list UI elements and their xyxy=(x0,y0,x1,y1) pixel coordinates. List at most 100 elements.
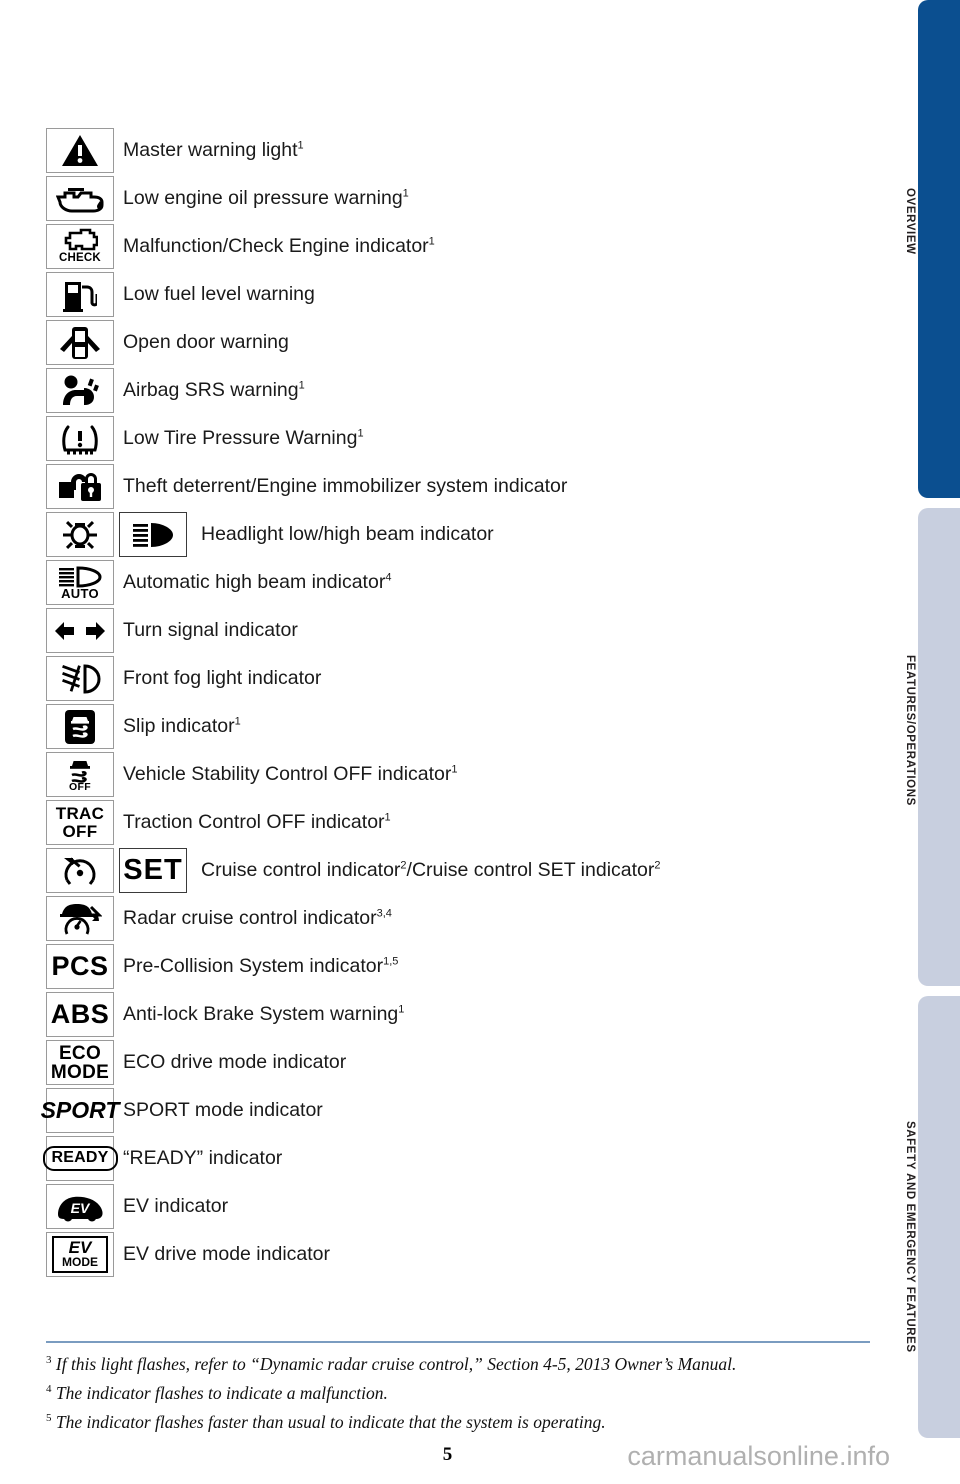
section-tab-features-operations[interactable] xyxy=(918,508,960,986)
theft-deterrent-key-lock-icon xyxy=(46,464,114,509)
slip-indicator-icon xyxy=(46,704,114,749)
list-item: Low Tire Pressure Warning1 xyxy=(46,416,846,464)
auto-high-beam-text: AUTO xyxy=(61,585,99,601)
list-item: Low fuel level warning xyxy=(46,272,846,320)
list-item-label: “READY” indicator xyxy=(123,1147,283,1169)
check-engine-text: CHECK xyxy=(59,252,101,265)
list-item-label: EV drive mode indicator xyxy=(123,1243,331,1265)
ready-text: READY xyxy=(42,1146,118,1171)
check-engine-icon: CHECK xyxy=(46,224,114,269)
cruise-control-icon xyxy=(46,848,114,893)
eco-mode-text: MODE xyxy=(50,1061,110,1083)
cruise-set-text-icon: SET xyxy=(119,848,187,893)
list-item-label: Open door warning xyxy=(123,331,289,353)
trac-off-text: OFF xyxy=(62,821,98,841)
list-item-label: Low engine oil pressure warning1 xyxy=(123,187,409,209)
vsc-off-icon: OFF xyxy=(46,752,114,797)
list-item: Front fog light indicator xyxy=(46,656,846,704)
list-item-label: Pre-Collision System indicator1,5 xyxy=(123,955,399,977)
section-tab-overview[interactable] xyxy=(918,0,960,498)
list-item: Slip indicator1 xyxy=(46,704,846,752)
list-item: ECO MODE ECO drive mode indicator xyxy=(46,1040,846,1088)
eco-mode-text-icon: ECO MODE xyxy=(46,1040,114,1085)
front-fog-light-icon xyxy=(46,656,114,701)
list-item: Theft deterrent/Engine immobilizer syste… xyxy=(46,464,846,512)
list-item: Master warning light1 xyxy=(46,128,846,176)
list-item: EV EV indicator xyxy=(46,1184,846,1232)
list-item: SPORT SPORT mode indicator xyxy=(41,1088,846,1136)
list-item: Open door warning xyxy=(46,320,846,368)
headlight-low-beam-icon xyxy=(46,512,114,557)
svg-text:EV: EV xyxy=(71,1200,91,1216)
footnote-3: 3 If this light flashes, refer to “Dynam… xyxy=(46,1353,737,1374)
abs-text-icon: ABS xyxy=(46,992,114,1037)
list-item: SET Cruise control indicator2/Cruise con… xyxy=(46,848,846,896)
sport-text: SPORT xyxy=(40,1097,120,1123)
set-text: SET xyxy=(123,854,183,886)
list-item-label: Radar cruise control indicator3,4 xyxy=(123,907,392,929)
sport-text-icon: SPORT xyxy=(41,1088,119,1133)
ev-text: EV xyxy=(68,1238,92,1257)
list-item: OFF Vehicle Stability Control OFF indica… xyxy=(46,752,846,800)
automatic-high-beam-icon: AUTO xyxy=(46,560,114,605)
list-item-label: Low Tire Pressure Warning1 xyxy=(123,427,364,449)
list-item-label: Theft deterrent/Engine immobilizer syste… xyxy=(123,475,568,497)
master-warning-triangle-icon xyxy=(46,128,114,173)
list-item: AUTO Automatic high beam indicator4 xyxy=(46,560,846,608)
list-item: Headlight low/high beam indicator xyxy=(46,512,846,560)
ready-text-icon: READY xyxy=(42,1136,118,1181)
list-item: TRAC OFF Traction Control OFF indicator1 xyxy=(46,800,846,848)
footnotes: 3 If this light flashes, refer to “Dynam… xyxy=(46,1348,876,1434)
list-item: Low engine oil pressure warning1 xyxy=(46,176,846,224)
ev-mode-text: MODE xyxy=(62,1255,98,1269)
list-item-label: Master warning light1 xyxy=(123,139,304,161)
list-item-label: Traction Control OFF indicator1 xyxy=(123,811,391,833)
list-item: READY “READY” indicator xyxy=(42,1136,846,1184)
manual-page: OVERVIEW FEATURES/OPERATIONS SAFETY AND … xyxy=(0,0,960,1484)
indicator-symbol-list: Master warning light1 Low engine oil pre… xyxy=(41,128,846,1280)
list-item-label: Turn signal indicator xyxy=(123,619,298,641)
list-item-label: Headlight low/high beam indicator xyxy=(201,523,494,545)
footnote-5: 5 The indicator flashes faster than usua… xyxy=(46,1411,606,1432)
list-item-label: ECO drive mode indicator xyxy=(123,1051,347,1073)
pcs-text: PCS xyxy=(51,951,109,981)
radar-cruise-control-icon xyxy=(46,896,114,941)
footnote-divider xyxy=(46,1341,870,1343)
list-item: PCS Pre-Collision System indicator1,5 xyxy=(46,944,846,992)
watermark: carmanualsonline.info xyxy=(627,1441,890,1471)
trac-off-text-icon: TRAC OFF xyxy=(46,800,114,845)
section-tab-label-safety-emergency: SAFETY AND EMERGENCY FEATURES xyxy=(904,1121,916,1353)
list-item-label: Slip indicator1 xyxy=(123,715,241,737)
footnote-4: 4 The indicator flashes to indicate a ma… xyxy=(46,1382,388,1403)
section-tab-rail: OVERVIEW FEATURES/OPERATIONS SAFETY AND … xyxy=(890,0,960,1484)
list-item-label: Vehicle Stability Control OFF indicator1 xyxy=(123,763,458,785)
list-item-label: Front fog light indicator xyxy=(123,667,322,689)
ev-car-icon: EV xyxy=(46,1184,114,1229)
airbag-srs-icon xyxy=(46,368,114,413)
section-tab-label-overview: OVERVIEW xyxy=(904,188,916,255)
low-tire-pressure-icon xyxy=(46,416,114,461)
list-item-label: Airbag SRS warning1 xyxy=(123,379,305,401)
vsc-off-text: OFF xyxy=(69,780,91,793)
list-item-label: SPORT mode indicator xyxy=(123,1099,323,1121)
list-item: CHECK Malfunction/Check Engine indicator… xyxy=(46,224,846,272)
eco-text: ECO xyxy=(58,1042,102,1064)
list-item: Radar cruise control indicator3,4 xyxy=(46,896,846,944)
list-item-label: Low fuel level warning xyxy=(123,283,315,305)
list-item: ABS Anti-lock Brake System warning1 xyxy=(46,992,846,1040)
list-item-label: Automatic high beam indicator4 xyxy=(123,571,392,593)
ev-mode-text-icon: EV MODE xyxy=(46,1232,114,1277)
list-item-label: EV indicator xyxy=(123,1195,229,1217)
list-item-label: Malfunction/Check Engine indicator1 xyxy=(123,235,435,257)
pcs-text-icon: PCS xyxy=(46,944,114,989)
turn-signal-arrows-icon xyxy=(46,608,114,653)
section-tab-label-features-operations: FEATURES/OPERATIONS xyxy=(904,655,916,806)
open-door-car-icon xyxy=(46,320,114,365)
oil-can-icon xyxy=(46,176,114,221)
abs-text: ABS xyxy=(50,999,110,1029)
headlight-high-beam-icon xyxy=(119,512,187,557)
section-tab-safety-emergency[interactable] xyxy=(918,996,960,1438)
list-item: Turn signal indicator xyxy=(46,608,846,656)
list-item: EV MODE EV drive mode indicator xyxy=(46,1232,846,1280)
trac-text: TRAC xyxy=(55,804,105,823)
